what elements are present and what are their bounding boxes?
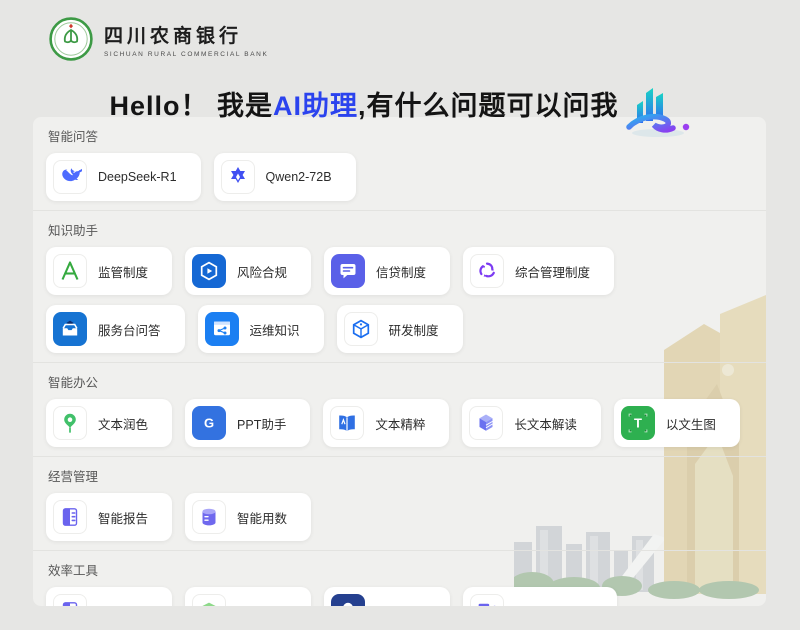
section-smart-office: 智能办公 文本润色 PPT助手 文本精粹 长文本解读 以文生图 [33,363,766,457]
card-text-to-image[interactable]: 以文生图 [614,399,740,447]
brand-header: 四川农商银行 SICHUAN RURAL COMMERCIAL BANK [48,16,268,62]
card-label: 智能报告 [98,508,148,527]
database-icon [192,500,226,534]
card-ppt-assistant[interactable]: PPT助手 [185,399,310,447]
g-letter-icon [192,406,226,440]
card-smart-data[interactable]: 智能用数 [185,493,311,541]
ocr-share-icon [470,594,504,606]
greeting-suffix: ,有什么问题可以问我 [358,91,619,121]
ai-assistant-logo-icon [625,85,691,139]
card-label: 文本精粹 [375,414,425,433]
card-ocr[interactable]: 川农慧眼OCR [463,587,617,606]
qwen-star-icon [221,160,255,194]
card-label: 长文本解读 [514,414,577,433]
green-pin-icon [53,406,87,440]
card-credit-system[interactable]: 信贷制度 [324,247,450,295]
card-label: 文本润色 [98,414,148,433]
card-label: 川农慧眼OCR [515,602,593,607]
section-title: 知识助手 [48,220,753,239]
t-letter-icon [621,406,655,440]
card-text-essence[interactable]: 文本精粹 [323,399,449,447]
purple-knot-icon [470,254,504,288]
deepseek-whale-icon [53,160,87,194]
greeting-text: Hello！ 我是AI助理,有什么问题可以问我 [109,84,618,123]
greeting-highlight: AI助理 [273,91,358,121]
card-code-reading[interactable]: 代码解读 [46,587,172,606]
card-smart-examiner[interactable]: 智能考官 [324,587,450,606]
card-text-polish[interactable]: 文本润色 [46,399,172,447]
chat-lines-icon [331,254,365,288]
card-label: 智能用数 [237,508,287,527]
card-smart-report[interactable]: 智能报告 [46,493,172,541]
card-smart-material[interactable]: 智能选材 [185,587,311,606]
card-long-text-reading[interactable]: 长文本解读 [462,399,601,447]
book-icon [330,406,364,440]
card-label: 信贷制度 [376,262,426,281]
card-label: Qwen2-72B [266,170,332,184]
section-business-management: 经营管理 智能报告 智能用数 [33,457,766,551]
card-label: 服务台问答 [98,320,161,339]
green-box-icon [192,594,226,606]
inbox-icon [53,312,87,346]
browser-share-icon [205,312,239,346]
card-ops-knowledge[interactable]: 运维知识 [198,305,324,353]
card-label: 风险合规 [237,262,287,281]
section-knowledge-assistant: 知识助手 监管制度 风险合规 信贷制度 综合管理制度 服务台问答 [33,211,766,363]
card-general-management-system[interactable]: 综合管理制度 [463,247,614,295]
card-label: DeepSeek-R1 [98,170,177,184]
blue-cube-icon [344,312,378,346]
section-title: 经营管理 [48,466,753,485]
card-service-desk-qa[interactable]: 服务台问答 [46,305,185,353]
badge-pin-icon [331,594,365,606]
card-label: 运维知识 [250,320,300,339]
card-deepseek-r1[interactable]: DeepSeek-R1 [46,153,201,201]
hexagon-cube-icon [192,254,226,288]
card-label: 综合管理制度 [515,262,590,281]
greeting-prefix: Hello！ 我是 [109,91,273,121]
section-title: 效率工具 [48,560,753,579]
bank-logo-icon [48,16,94,62]
card-label: PPT助手 [237,414,286,433]
card-label: 监管制度 [98,262,148,281]
cube-3d-icon [469,406,503,440]
section-title: 智能办公 [48,372,753,391]
card-label: 研发制度 [389,320,439,339]
card-label: 智能选材 [237,602,287,607]
card-label: 代码解读 [98,602,148,607]
card-risk-compliance[interactable]: 风险合规 [185,247,311,295]
card-rnd-system[interactable]: 研发制度 [337,305,463,353]
card-regulation-system[interactable]: 监管制度 [46,247,172,295]
card-label: 智能考官 [376,602,426,607]
bank-name-cn: 四川农商银行 [104,21,268,48]
section-efficiency-tools: 效率工具 代码解读 智能选材 智能考官 川农慧眼OCR [33,551,766,606]
card-qwen2-72b[interactable]: Qwen2-72B [214,153,356,201]
green-a-icon [53,254,87,288]
greeting-headline: Hello！ 我是AI助理,有什么问题可以问我 [0,76,800,130]
bank-name-en: SICHUAN RURAL COMMERCIAL BANK [104,51,268,58]
purple-doc-icon [53,594,87,606]
card-label: 以文生图 [666,414,716,433]
assistant-panel: 智能问答 DeepSeek-R1 Qwen2-72B 知识助手 监管制度 风险合… [33,117,766,606]
purple-doc-icon [53,500,87,534]
